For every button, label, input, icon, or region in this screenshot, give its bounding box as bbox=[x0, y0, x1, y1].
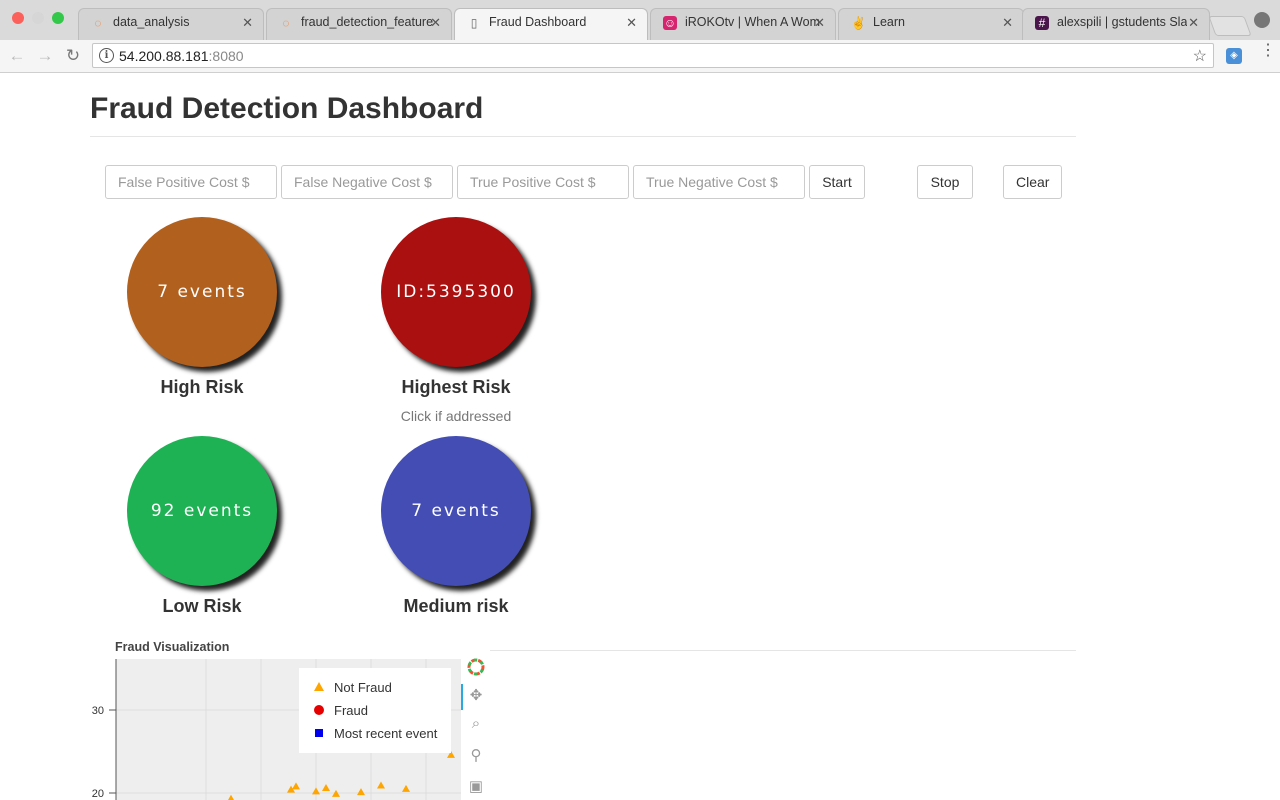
start-button[interactable]: Start bbox=[809, 165, 865, 199]
legend-marker bbox=[315, 729, 323, 737]
learn-icon: ✌ bbox=[851, 16, 866, 30]
info-icon[interactable]: i bbox=[99, 48, 114, 63]
bokeh-logo-icon[interactable] bbox=[466, 658, 486, 678]
highest-risk-bubble[interactable]: ID:5395300 bbox=[381, 217, 531, 367]
fraud-visualization-title: Fraud Visualization bbox=[115, 640, 230, 654]
back-arrow-icon[interactable]: ← bbox=[6, 45, 28, 67]
low-risk-label: Low Risk bbox=[162, 596, 242, 616]
forward-arrow-icon[interactable]: → bbox=[34, 45, 56, 67]
close-tab-icon[interactable]: ✕ bbox=[814, 15, 825, 31]
fraud-scatter-plot[interactable]: 30 20 Not Fraud Fraud Most recent event bbox=[80, 655, 470, 800]
reload-icon[interactable]: ↻ bbox=[62, 45, 84, 67]
tab-fraud-dashboard[interactable]: ▯ Fraud Dashboard ✕ bbox=[454, 8, 648, 40]
pan-tool-icon[interactable]: ✥ bbox=[466, 686, 486, 706]
irokotv-icon: ☺ bbox=[663, 16, 677, 30]
close-tab-icon[interactable]: ✕ bbox=[242, 15, 253, 31]
tab-label: Learn bbox=[873, 15, 905, 29]
legend-label: Not Fraud bbox=[334, 680, 392, 695]
legend-marker bbox=[314, 705, 324, 715]
close-tab-icon[interactable]: ✕ bbox=[430, 15, 441, 31]
address-bar[interactable]: i 54.200.88.181:8080 ☆ bbox=[92, 43, 1214, 68]
browser-tab-bar: ◌ data_analysis ✕ ◌ fraud_detection_feat… bbox=[0, 0, 1280, 40]
active-tool-indicator bbox=[461, 684, 463, 710]
close-tab-icon[interactable]: ✕ bbox=[1188, 15, 1199, 31]
low-risk-count: 92 events bbox=[150, 501, 254, 521]
visualization-divider bbox=[490, 650, 1076, 651]
clear-button[interactable]: Clear bbox=[1003, 165, 1062, 199]
wheel-zoom-tool-icon[interactable]: ⚲ bbox=[466, 746, 486, 766]
tab-irokotv[interactable]: ☺ iROKOtv | When A Wom ✕ bbox=[650, 8, 836, 40]
plot-legend: Not Fraud Fraud Most recent event bbox=[299, 668, 451, 753]
tab-slack[interactable]: # alexspili | gstudents Sla ✕ bbox=[1022, 8, 1210, 40]
slack-icon: # bbox=[1035, 16, 1049, 30]
click-if-addressed-hint: Click if addressed bbox=[400, 408, 512, 424]
profile-icon[interactable] bbox=[1254, 12, 1270, 28]
highest-risk-id: ID:5395300 bbox=[396, 282, 516, 302]
close-tab-icon[interactable]: ✕ bbox=[626, 15, 637, 31]
bookmark-star-icon[interactable]: ☆ bbox=[1193, 46, 1207, 66]
tab-label: alexspili | gstudents Sla bbox=[1057, 15, 1188, 29]
url-text[interactable]: 54.200.88.181:8080 bbox=[119, 48, 244, 64]
close-window-button[interactable] bbox=[12, 12, 24, 24]
legend-label: Fraud bbox=[334, 703, 368, 718]
true-negative-cost-input[interactable] bbox=[633, 165, 805, 199]
tab-learn[interactable]: ✌ Learn ✕ bbox=[838, 8, 1024, 40]
y-tick-label: 30 bbox=[92, 705, 104, 717]
box-zoom-tool-icon[interactable]: ⌕ bbox=[466, 714, 486, 734]
y-axis-ticks: 30 20 bbox=[92, 705, 116, 800]
highest-risk-label: Highest Risk bbox=[401, 377, 511, 397]
extension-icon[interactable]: ◈ bbox=[1226, 48, 1242, 64]
tab-label: Fraud Dashboard bbox=[489, 15, 587, 29]
tab-data-analysis[interactable]: ◌ data_analysis ✕ bbox=[78, 8, 264, 40]
close-tab-icon[interactable]: ✕ bbox=[1002, 15, 1013, 31]
medium-risk-label: Medium risk bbox=[403, 596, 509, 616]
high-risk-label: High Risk bbox=[160, 377, 244, 397]
page-icon: ▯ bbox=[470, 16, 478, 30]
maximize-window-button[interactable] bbox=[52, 12, 64, 24]
true-positive-cost-input[interactable] bbox=[457, 165, 629, 199]
high-risk-count: 7 events bbox=[157, 282, 247, 302]
false-negative-cost-input[interactable] bbox=[281, 165, 453, 199]
high-risk-bubble[interactable]: 7 events bbox=[127, 217, 277, 367]
save-tool-icon[interactable]: ▣ bbox=[466, 777, 486, 797]
tab-label: fraud_detection_feature bbox=[301, 15, 434, 29]
new-tab-button[interactable] bbox=[1208, 16, 1252, 36]
page-title: Fraud Detection Dashboard bbox=[90, 92, 484, 125]
medium-risk-count: 7 events bbox=[411, 501, 501, 521]
jupyter-icon: ◌ bbox=[94, 16, 102, 30]
menu-icon[interactable]: ⋮ bbox=[1260, 43, 1276, 59]
tab-fraud-detection-feature[interactable]: ◌ fraud_detection_feature ✕ bbox=[266, 8, 452, 40]
false-positive-cost-input[interactable] bbox=[105, 165, 277, 199]
low-risk-bubble[interactable]: 92 events bbox=[127, 436, 277, 586]
title-divider bbox=[90, 136, 1076, 137]
medium-risk-bubble[interactable]: 7 events bbox=[381, 436, 531, 586]
legend-label: Most recent event bbox=[334, 726, 438, 741]
y-tick-label: 20 bbox=[92, 788, 104, 800]
minimize-window-button[interactable] bbox=[32, 12, 44, 24]
tab-label: data_analysis bbox=[113, 15, 190, 29]
jupyter-icon: ◌ bbox=[282, 16, 290, 30]
stop-button[interactable]: Stop bbox=[917, 165, 973, 199]
tab-label: iROKOtv | When A Wom bbox=[685, 15, 820, 29]
browser-toolbar: ← → ↻ i 54.200.88.181:8080 ☆ ◈ ⋮ bbox=[0, 40, 1280, 73]
